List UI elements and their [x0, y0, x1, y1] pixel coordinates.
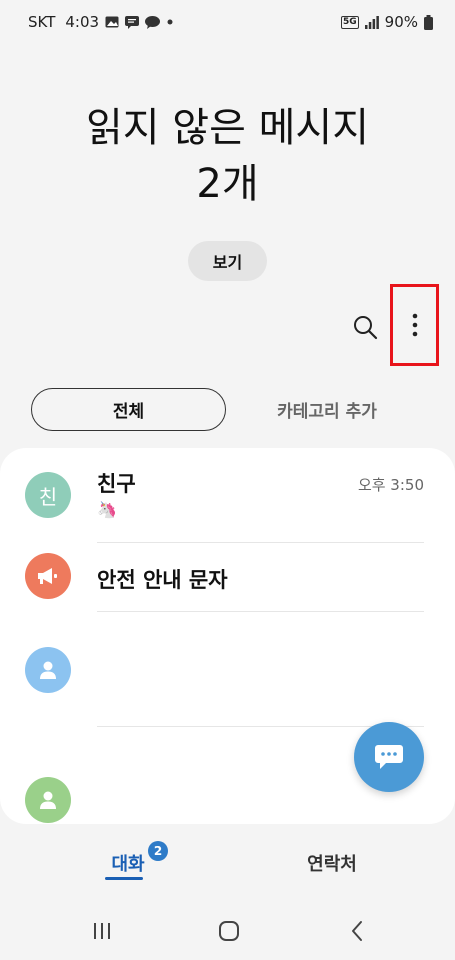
status-bar: SKT 4:03 5G 90% — [0, 0, 455, 44]
status-bar-right: 5G 90% — [341, 13, 433, 31]
active-tab-indicator — [105, 877, 143, 880]
clock: 4:03 — [65, 13, 100, 31]
unread-summary: 읽지 않은 메시지 2개 — [0, 100, 455, 212]
dot-icon — [166, 18, 174, 26]
compose-message-icon — [375, 745, 403, 769]
person-icon — [40, 791, 56, 809]
talk-icon — [145, 15, 161, 29]
signal-icon — [364, 15, 379, 29]
avatar — [25, 647, 71, 693]
home-icon — [219, 921, 239, 941]
network-5g-icon: 5G — [341, 15, 359, 29]
message-icon — [125, 15, 140, 29]
search-button[interactable] — [348, 310, 382, 344]
back-button[interactable] — [337, 912, 377, 950]
conversation-preview: 🦄 — [97, 500, 117, 519]
battery-percent: 90% — [384, 13, 418, 31]
recent-apps-icon — [94, 923, 110, 939]
tab-contacts[interactable]: 연락처 — [290, 846, 374, 880]
person-icon — [40, 661, 56, 679]
battery-icon — [424, 14, 433, 30]
conversation-row[interactable] — [0, 612, 455, 726]
redacted-content — [88, 638, 432, 712]
tab-all[interactable]: 전체 — [31, 388, 226, 431]
unread-title-line2: 2개 — [196, 161, 259, 207]
avatar: 친 — [25, 472, 71, 518]
search-icon — [354, 316, 378, 340]
conversation-row-friend[interactable]: 친 친구 오후 3:50 🦄 — [0, 448, 455, 542]
conversation-row-safety-alert[interactable]: 안전 안내 문자 — [0, 543, 455, 611]
more-options-icon — [412, 313, 417, 337]
unread-badge: 2 — [148, 841, 168, 861]
avatar — [25, 777, 71, 823]
gallery-icon — [105, 16, 119, 28]
compose-button[interactable] — [354, 722, 424, 792]
conversation-name: 친구 — [97, 472, 136, 496]
home-button[interactable] — [209, 912, 249, 950]
status-bar-left: SKT 4:03 — [28, 13, 174, 31]
megaphone-icon — [38, 568, 57, 584]
conversation-time: 오후 3:50 — [357, 476, 424, 494]
view-button[interactable]: 보기 — [188, 241, 267, 281]
recent-apps-button[interactable] — [82, 912, 122, 950]
carrier-label: SKT — [28, 13, 56, 31]
redacted-content — [88, 745, 308, 807]
conversation-name: 안전 안내 문자 — [97, 568, 228, 592]
tab-add-category[interactable]: 카테고리 추가 — [237, 388, 417, 431]
unread-title-line1: 읽지 않은 메시지 — [85, 105, 370, 151]
avatar — [25, 553, 71, 599]
back-icon — [352, 921, 362, 941]
more-options-button[interactable] — [390, 284, 439, 366]
